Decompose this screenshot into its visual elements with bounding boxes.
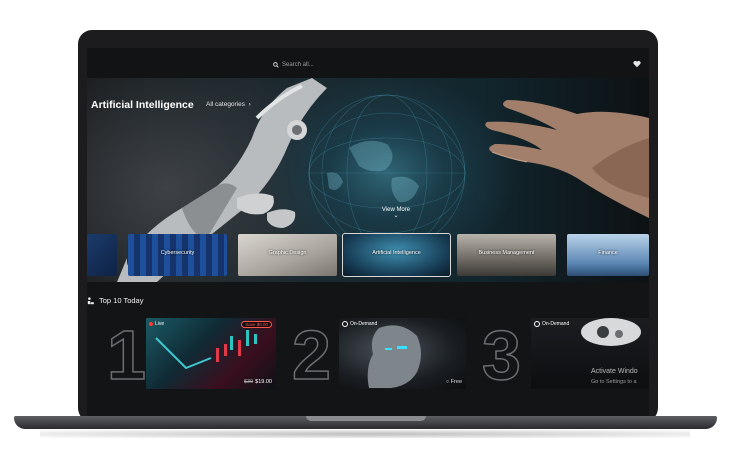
chevron-right-icon: › xyxy=(246,101,251,108)
search-input[interactable]: Search all... xyxy=(282,62,314,68)
free-icon: ○ xyxy=(445,379,450,385)
watermark-line2: Go to Settings to a xyxy=(591,379,637,385)
rank-number: 2 xyxy=(291,316,331,394)
category-card-finance[interactable]: Finance xyxy=(567,234,649,276)
play-circle-icon xyxy=(534,321,540,327)
badge-label: On-Demand xyxy=(350,321,378,327)
podium-icon xyxy=(87,296,94,304)
search-box[interactable]: Search all... xyxy=(273,59,314,71)
on-demand-badge: On-Demand xyxy=(342,321,377,327)
app-screen: Search all... Artificial Intelligence Al… xyxy=(87,48,649,416)
category-card-cybersecurity[interactable]: Cybersecurity xyxy=(128,234,227,276)
category-label: Finance xyxy=(598,250,618,256)
category-card-artificial-intelligence[interactable]: Artificial Intelligence xyxy=(342,233,451,277)
chevron-down-icon: ⌄ xyxy=(393,213,399,219)
activation-watermark: Activate Windo Go to Settings to a xyxy=(591,366,638,388)
watermark-line1: Activate Windo xyxy=(591,368,638,375)
live-badge: Live xyxy=(149,321,164,327)
free-label: Free xyxy=(450,379,462,385)
search-icon xyxy=(273,62,279,68)
category-label: Business Management xyxy=(478,250,535,256)
top10-card-2[interactable]: On-Demand ○ Free xyxy=(339,318,466,389)
rank-number: 3 xyxy=(481,316,521,394)
category-label: Artificial Intelligence xyxy=(372,250,421,256)
view-more-button[interactable]: View More ⌄ xyxy=(376,207,416,219)
category-card-business-management[interactable]: Business Management xyxy=(457,234,556,276)
live-dot-icon xyxy=(149,322,153,326)
rank-number: 1 xyxy=(106,316,146,394)
laptop-notch xyxy=(306,416,426,421)
price-label: ○ Free xyxy=(446,379,462,385)
category-label: Cybersecurity xyxy=(160,250,195,256)
category-carousel: Cybersecurity Graphic Design Artificial … xyxy=(87,233,649,278)
badge-label: Live xyxy=(155,321,165,327)
old-price: $39 xyxy=(243,379,254,385)
on-demand-badge: On-Demand xyxy=(534,321,569,327)
top10-card-1[interactable]: Live Save $0.00 $39 $19.00 xyxy=(146,318,276,389)
price: $39 $19.00 xyxy=(244,379,272,385)
all-categories-link[interactable]: All categories › xyxy=(206,101,251,108)
top-bar: Search all... xyxy=(87,48,649,79)
category-card-partial[interactable] xyxy=(87,234,117,276)
current-price: $19.00 xyxy=(255,379,272,385)
save-pill: Save $0.00 xyxy=(241,321,272,328)
top10-title: Top 10 Today xyxy=(99,296,144,305)
badge-label: On-Demand xyxy=(542,321,570,327)
laptop-shadow xyxy=(40,430,690,438)
play-circle-icon xyxy=(342,321,348,327)
all-categories-label: All categories xyxy=(206,101,246,108)
category-card-graphic-design[interactable]: Graphic Design xyxy=(238,234,337,276)
top10-heading: Top 10 Today xyxy=(87,296,143,305)
heart-icon[interactable] xyxy=(633,60,641,68)
category-label: Graphic Design xyxy=(268,250,307,256)
hero-title: Artificial Intelligence xyxy=(91,99,194,111)
